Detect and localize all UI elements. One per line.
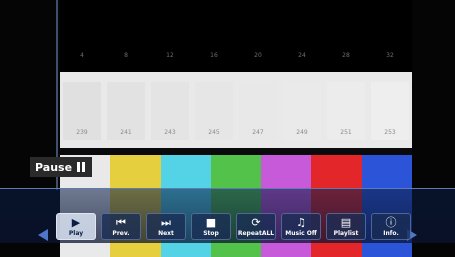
control-button-label: Play — [68, 230, 84, 237]
black-level-label: 24 — [298, 52, 306, 59]
white-patch: 253 — [371, 82, 409, 140]
black-level-label: 12 — [166, 52, 174, 59]
black-level-label: 20 — [254, 52, 262, 59]
black-level-label: 32 — [386, 52, 394, 59]
black-level-label: 8 — [124, 52, 128, 59]
black-level-label: 28 — [342, 52, 350, 59]
white-patch: 249 — [283, 82, 321, 140]
media-player-screen: 4 8 12 16 20 24 28 32 239 241 243 245 24… — [0, 0, 455, 257]
repeatall-button[interactable]: ⟳ RepeatALL — [236, 213, 276, 240]
control-button-label: RepeatALL — [237, 230, 275, 237]
white-level-label: 247 — [252, 129, 264, 136]
white-patch: 239 — [63, 82, 101, 140]
black-level-label: 16 — [210, 52, 218, 59]
stop-button[interactable]: ■ Stop — [191, 213, 231, 240]
white-level-label: 249 — [296, 129, 308, 136]
play-icon: ▶ — [71, 216, 81, 229]
white-level-label: 241 — [120, 129, 132, 136]
white-level-label: 253 — [384, 129, 396, 136]
info-icon: ⓘ — [385, 216, 397, 229]
black-level-labels: 4 8 12 16 20 24 28 32 — [60, 48, 412, 64]
white-level-label: 243 — [164, 129, 176, 136]
stop-icon: ■ — [205, 216, 217, 229]
control-button-label: Prev. — [112, 230, 130, 237]
white-level-patches: 239 241 243 245 247 249 251 253 — [60, 82, 412, 140]
white-patch: 243 — [151, 82, 189, 140]
info-button[interactable]: ⓘ Info. — [371, 213, 411, 240]
control-button-label: Music Off — [285, 230, 317, 237]
next-button[interactable]: ⏭ Next — [146, 213, 186, 240]
white-patch: 247 — [239, 82, 277, 140]
control-button-label: Info. — [383, 230, 399, 237]
play-button[interactable]: ▶ Play — [56, 213, 96, 240]
control-button-label: Playlist — [333, 230, 359, 237]
scroll-left-arrow-icon[interactable] — [38, 229, 48, 241]
white-level-label: 245 — [208, 129, 220, 136]
previous-icon: ⏮ — [116, 216, 126, 229]
black-level-label: 4 — [80, 52, 84, 59]
pause-status: Pause — [30, 157, 92, 177]
white-level-label: 239 — [76, 129, 88, 136]
pause-icon — [77, 162, 86, 172]
music-icon: ♫ — [296, 216, 306, 229]
white-level-label: 251 — [340, 129, 352, 136]
white-patch: 241 — [107, 82, 145, 140]
playlist-button[interactable]: ▤ Playlist — [326, 213, 366, 240]
white-patch: 251 — [327, 82, 365, 140]
playlist-icon: ▤ — [340, 216, 352, 229]
white-patch: 245 — [195, 82, 233, 140]
control-button-label: Next — [158, 230, 174, 237]
music-off-button[interactable]: ♫ Music Off — [281, 213, 321, 240]
control-button-label: Stop — [203, 230, 219, 237]
prev-button[interactable]: ⏮ Prev. — [101, 213, 141, 240]
pause-label: Pause — [35, 160, 73, 174]
repeat-icon: ⟳ — [251, 216, 261, 229]
next-icon: ⏭ — [161, 216, 171, 229]
